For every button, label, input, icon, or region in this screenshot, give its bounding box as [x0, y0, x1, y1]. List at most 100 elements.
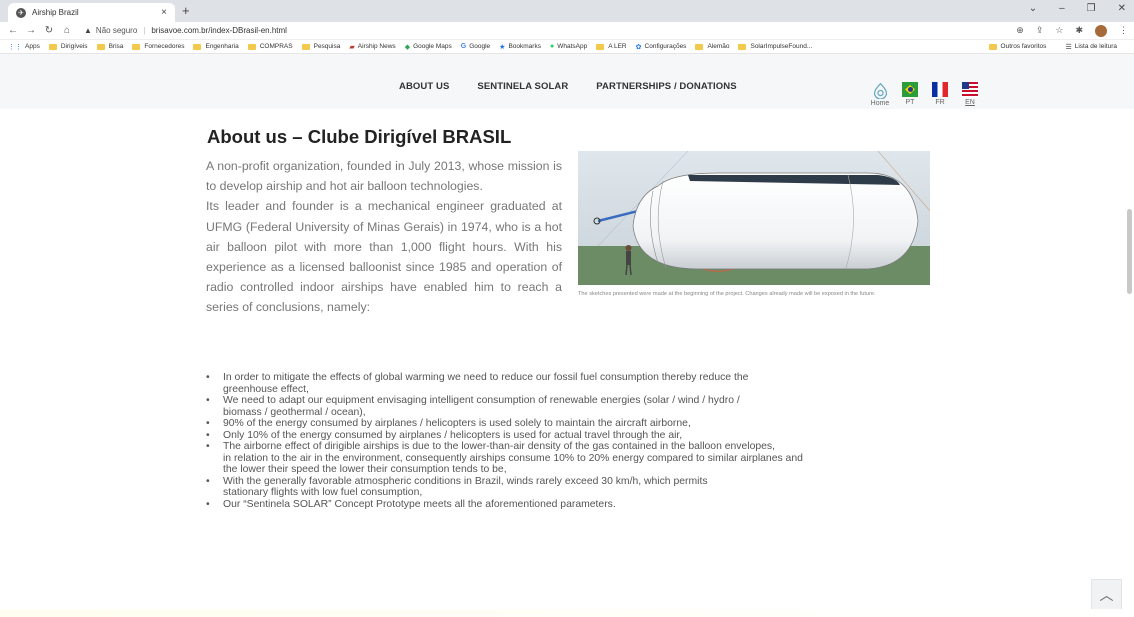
menu-icon[interactable]: ⋮ — [1119, 25, 1128, 36]
scrollbar-thumb[interactable] — [1127, 209, 1132, 294]
bookmark-label: Outros favoritos — [1000, 43, 1047, 50]
bookmark-item[interactable]: COMPRAS — [247, 43, 293, 50]
bookmark-star-icon[interactable]: ☆ — [1055, 25, 1063, 36]
bookmark-label: Configurações — [644, 43, 687, 50]
bookmark-label: Airship News — [357, 43, 396, 50]
bookmark-item[interactable]: ✿ Configurações — [636, 43, 687, 51]
other-bookmarks[interactable]: Outros favoritos — [988, 43, 1047, 51]
lang-en-label: EN — [965, 99, 975, 106]
zoom-icon[interactable]: ⊕ — [1016, 25, 1024, 36]
bookmark-label: Google Maps — [413, 43, 452, 50]
bookmark-label: Dirigíveis — [60, 43, 88, 50]
address-bar[interactable]: ▲ Não seguro | brisavoe.com.br/index-DBr… — [84, 26, 287, 35]
site-favicon-icon: ✈ — [16, 7, 26, 18]
folder-icon — [96, 43, 105, 50]
apps-grid-icon: ⋮⋮ — [8, 43, 22, 51]
brazil-flag-icon — [902, 82, 918, 97]
window-controls: ⌄ – ❐ ✕ — [1029, 3, 1126, 14]
bookmark-item[interactable]: ◆ Google Maps — [405, 43, 452, 51]
bookmark-label: A LER — [608, 43, 627, 50]
news-icon: ▰ — [349, 43, 355, 51]
folder-icon — [988, 43, 997, 50]
bookmark-label: Brisa — [108, 43, 124, 50]
list-item: 90% of the energy consumed by airplanes … — [206, 418, 926, 430]
language-selector: Home PT FR EN — [870, 82, 980, 107]
whatsapp-icon: ● — [549, 43, 555, 50]
intro-paragraph-1: A non-profit organization, founded in Ju… — [206, 159, 562, 194]
nav-partnerships-donations[interactable]: PARTNERSHIPS / DONATIONS — [596, 81, 736, 92]
folder-icon — [738, 43, 747, 50]
reload-icon[interactable]: ↻ — [42, 25, 56, 36]
usa-flag-icon — [962, 82, 978, 97]
bookmark-label: Bookmarks — [508, 43, 541, 50]
restore-button[interactable]: ❐ — [1087, 3, 1096, 14]
bookmark-item[interactable]: G Google — [461, 43, 490, 50]
profile-avatar[interactable] — [1095, 24, 1107, 37]
tab-title: Airship Brazil — [32, 8, 79, 17]
france-flag-icon — [932, 82, 948, 97]
minimize-button[interactable]: – — [1059, 3, 1065, 14]
browser-toolbar: ← → ↻ ⌂ ▲ Não seguro | brisavoe.com.br/i… — [0, 22, 1134, 40]
folder-icon — [247, 43, 256, 50]
bookmark-label: WhatsApp — [557, 43, 588, 50]
lang-fr-label: FR — [935, 99, 945, 106]
bookmark-item[interactable]: A LER — [596, 43, 627, 50]
bookmark-item[interactable]: ★ Bookmarks — [499, 43, 541, 51]
bookmark-item[interactable]: Alemão — [695, 43, 729, 50]
reading-list[interactable]: ☰ Lista de leitura — [1065, 43, 1117, 51]
bookmark-label: Alemão — [707, 43, 730, 50]
intro-paragraph-2: Its leader and founder is a mechanical e… — [206, 199, 562, 315]
web-page: ABOUT US SENTINELA SOLAR PARTNERSHIPS / … — [0, 54, 1134, 617]
bookmark-item[interactable]: Brisa — [96, 43, 124, 50]
bookmark-item[interactable]: Dirigíveis — [48, 43, 88, 50]
bookmark-label: Pesquisa — [313, 43, 341, 50]
bookmark-item[interactable]: Engenharia — [193, 43, 239, 50]
bookmark-label: Lista de leitura — [1074, 43, 1117, 50]
lang-pt-label: PT — [905, 99, 915, 106]
home-button-icon[interactable]: ⌂ — [60, 25, 74, 36]
extensions-icon[interactable]: ✱ — [1075, 25, 1083, 36]
bookmark-label: SolarImpulseFound... — [750, 43, 813, 50]
tab-close-button[interactable]: × — [161, 7, 167, 18]
bookmark-item[interactable]: SolarImpulseFound... — [738, 43, 812, 50]
star-icon: ★ — [499, 43, 506, 51]
back-icon[interactable]: ← — [6, 25, 20, 36]
scroll-to-top-button[interactable]: ︿ — [1091, 579, 1122, 610]
close-window-button[interactable]: ✕ — [1118, 3, 1126, 14]
page-title: About us – Clube Dirigível BRASIL — [207, 126, 512, 147]
nav-about-us[interactable]: ABOUT US — [399, 81, 449, 92]
security-label: Não seguro — [95, 26, 138, 35]
new-tab-button[interactable]: + — [182, 3, 190, 18]
bookmark-item[interactable]: Fornecedores — [132, 43, 184, 50]
lang-fr[interactable]: FR — [930, 82, 950, 107]
maps-icon: ◆ — [404, 43, 411, 51]
home-label: Home — [870, 100, 890, 107]
list-item: With the generally favorable atmospheric… — [206, 476, 926, 499]
bookmark-apps[interactable]: ⋮⋮ Apps — [8, 43, 40, 51]
browser-tab[interactable]: ✈ Airship Brazil × — [8, 3, 175, 22]
airship-illustration — [578, 151, 930, 285]
lang-en[interactable]: EN — [960, 82, 980, 107]
image-caption: The sketches presented were made at the … — [578, 291, 876, 297]
list-item: In order to mitigate the effects of glob… — [206, 372, 926, 395]
share-icon[interactable]: ⇪ — [1036, 25, 1044, 36]
address-separator: | — [143, 26, 146, 35]
lang-pt[interactable]: PT — [900, 82, 920, 107]
bookmarks-bar: ⋮⋮ Apps Dirigíveis Brisa Fornecedores Eng… — [0, 40, 1134, 54]
tab-search-button[interactable]: ⌄ — [1029, 3, 1037, 14]
home-link[interactable]: Home — [870, 82, 890, 107]
bookmark-item[interactable]: Pesquisa — [301, 43, 341, 50]
bookmark-item[interactable]: ● WhatsApp — [550, 43, 587, 50]
folder-icon — [132, 43, 141, 50]
forward-icon[interactable]: → — [24, 25, 38, 36]
url-text[interactable]: brisavoe.com.br/index-DBrasil-en.html — [151, 26, 287, 35]
google-icon: G — [460, 43, 467, 50]
bookmark-item[interactable]: ▰ Airship News — [349, 43, 395, 51]
site-header: ABOUT US SENTINELA SOLAR PARTNERSHIPS / … — [0, 54, 1134, 109]
nav-sentinela-solar[interactable]: SENTINELA SOLAR — [477, 81, 568, 92]
bookmarks-right: Outros favoritos ☰ Lista de leitura — [988, 43, 1126, 51]
bookmark-label: COMPRAS — [259, 43, 293, 50]
intro-text: A non-profit organization, founded in Ju… — [206, 156, 562, 318]
bookmark-label: Google — [469, 43, 491, 50]
chevron-up-icon: ︿ — [1099, 586, 1114, 603]
